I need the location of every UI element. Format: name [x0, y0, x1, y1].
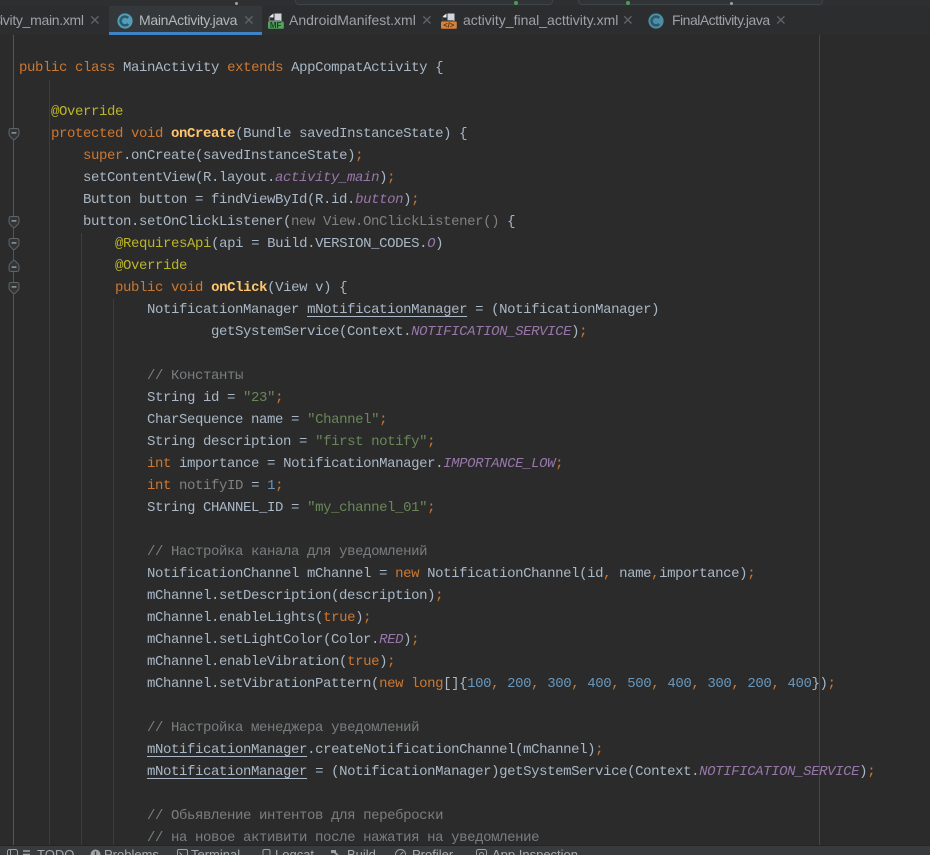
svg-text:MF: MF	[270, 21, 282, 29]
svg-text:</>: </>	[443, 21, 454, 29]
